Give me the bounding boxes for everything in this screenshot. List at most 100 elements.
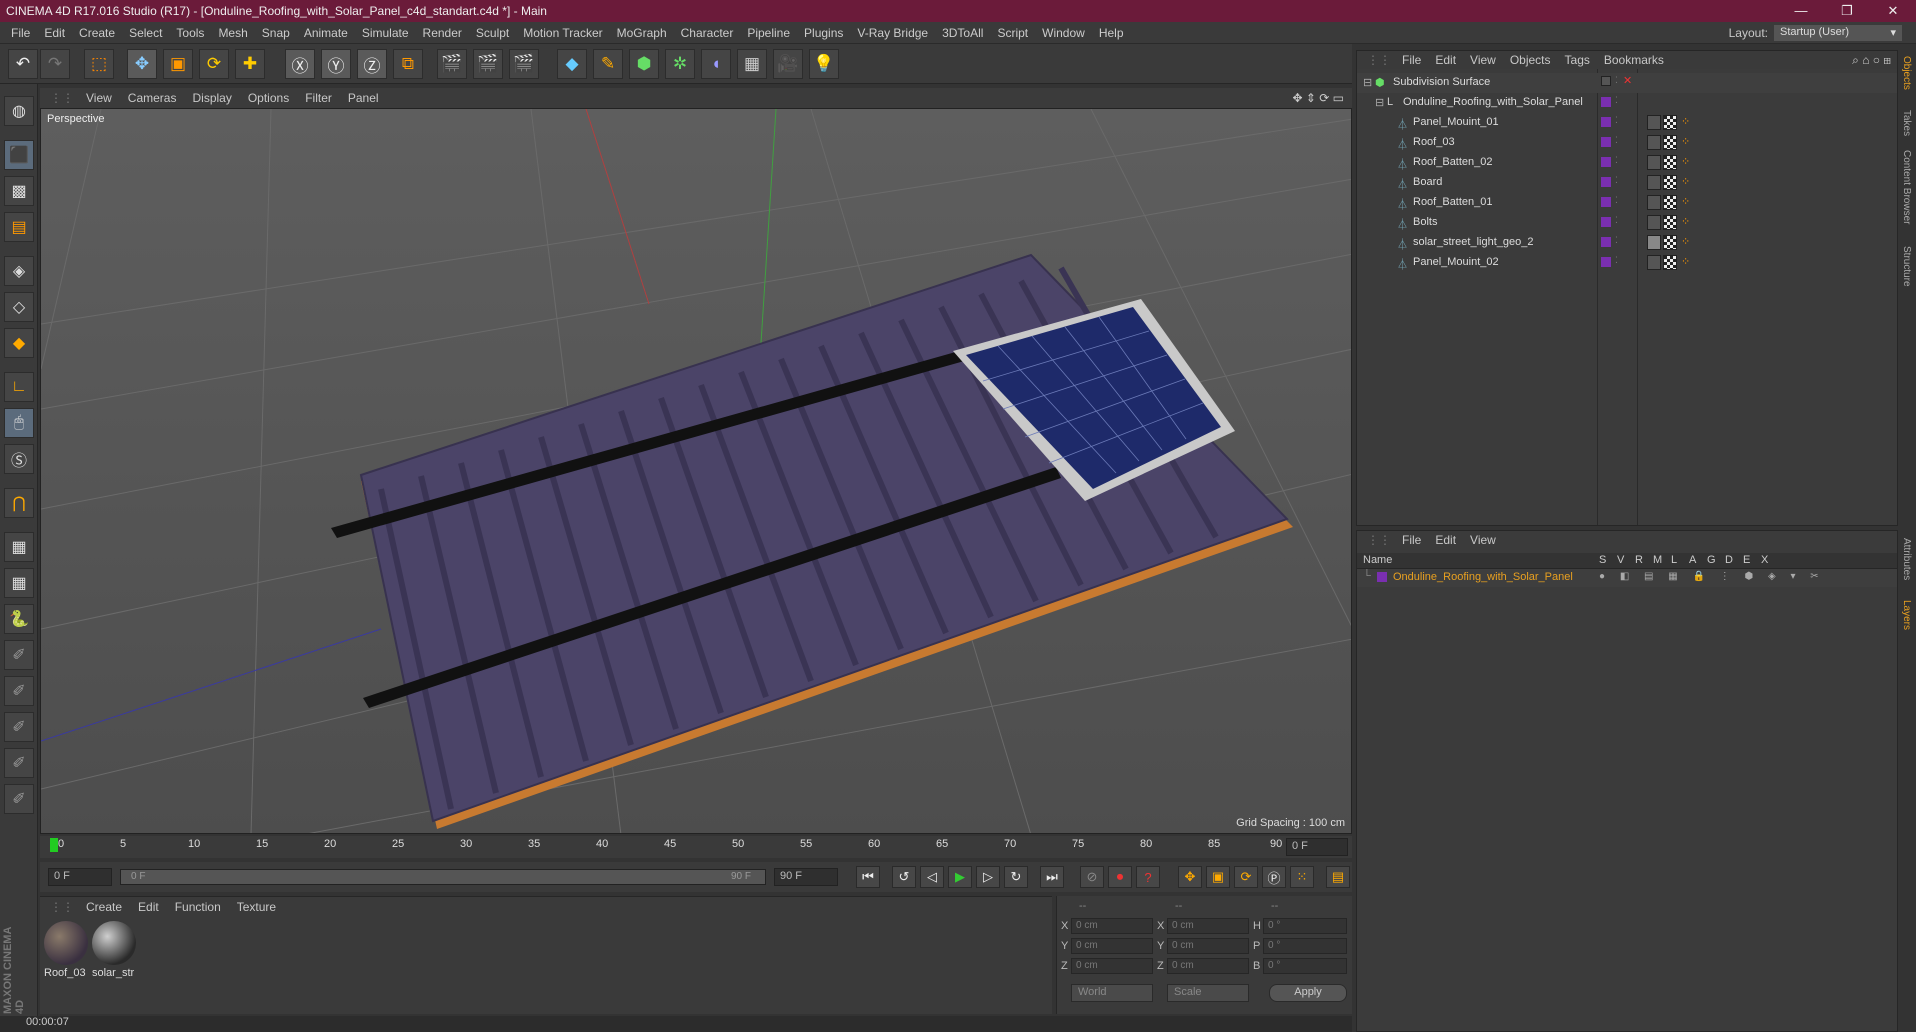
column-expressions[interactable]: E (1743, 554, 1750, 566)
position-key-button[interactable]: ✥ (1178, 866, 1202, 888)
parameter-key-button[interactable]: Ⓟ (1262, 866, 1286, 888)
menu-script[interactable]: Script (990, 26, 1035, 40)
scale-tool-button[interactable]: ▣ (163, 49, 193, 79)
grid-snap-button[interactable]: ▦ (4, 568, 34, 598)
move-tool-button[interactable]: ✥ (127, 49, 157, 79)
edges-mode-button[interactable]: ◇ (4, 292, 34, 322)
visibility-dots[interactable]: ⁚ (1615, 235, 1618, 246)
maximize-button[interactable]: ❐ (1824, 3, 1870, 19)
object-row[interactable]: ⏃ Panel_Mouint_01 ⁚ ⁘ (1357, 113, 1897, 133)
menu-vray-bridge[interactable]: V-Ray Bridge (850, 26, 935, 40)
texture-tag-icon[interactable] (1647, 235, 1661, 250)
visibility-dots[interactable]: ⁚ (1615, 115, 1618, 126)
object-menu-edit[interactable]: Edit (1428, 53, 1463, 67)
layer-menu-file[interactable]: File (1395, 533, 1428, 547)
last-tool-button[interactable]: ✚ (235, 49, 265, 79)
viewport-menu-options[interactable]: Options (240, 91, 297, 105)
material-swatch-solar[interactable] (92, 921, 136, 965)
coordinate-system-button[interactable]: ⧉ (393, 49, 423, 79)
menu-pipeline[interactable]: Pipeline (740, 26, 797, 40)
rotation-key-button[interactable]: ⟳ (1234, 866, 1258, 888)
polygons-mode-button[interactable]: ◆ (4, 328, 34, 358)
material-menu-texture[interactable]: Texture (229, 900, 284, 914)
object-menu-bookmarks[interactable]: Bookmarks (1597, 53, 1671, 67)
menu-window[interactable]: Window (1035, 26, 1092, 40)
visibility-dots[interactable]: ⁚ (1615, 255, 1618, 266)
render-settings-button[interactable]: 🎬 (509, 49, 539, 79)
viewport-menu-view[interactable]: View (78, 91, 120, 105)
phong-tag-icon[interactable]: ⁘ (1681, 135, 1690, 148)
column-locked[interactable]: L (1671, 554, 1677, 566)
render-view-button[interactable]: 🎬 (437, 49, 467, 79)
checker-tag-icon[interactable] (1663, 175, 1677, 190)
phong-tag-icon[interactable]: ⁘ (1681, 195, 1690, 208)
point-level-key-button[interactable]: ⁙ (1290, 866, 1314, 888)
position-z-field[interactable]: 0 cm (1071, 958, 1153, 974)
menu-motion-tracker[interactable]: Motion Tracker (516, 26, 609, 40)
size-z-field[interactable]: 0 cm (1167, 958, 1249, 974)
redo-button[interactable]: ↷ (40, 49, 70, 79)
go-to-end-button[interactable]: ⏭ (1040, 866, 1064, 888)
position-y-field[interactable]: 0 cm (1071, 938, 1153, 954)
visibility-dots[interactable]: ⁚ (1615, 75, 1618, 86)
go-to-start-button[interactable]: ⏮ (856, 866, 880, 888)
rotation-p-field[interactable]: 0 ° (1263, 938, 1347, 954)
object-row[interactable]: ⏃ solar_street_light_geo_2 ⁚ ⁘ (1357, 233, 1897, 253)
grid-lock-button[interactable]: ▦ (4, 532, 34, 562)
side-tab-objects[interactable]: Objects (1901, 56, 1912, 90)
checker-tag-icon[interactable] (1663, 115, 1677, 130)
layer-row[interactable]: └ Onduline_Roofing_with_Solar_Panel ● ◧ … (1357, 569, 1897, 587)
phong-tag-icon[interactable]: ⁘ (1681, 175, 1690, 188)
points-mode-button[interactable]: ◈ (4, 256, 34, 286)
size-x-field[interactable]: 0 cm (1167, 918, 1249, 934)
menu-edit[interactable]: Edit (37, 26, 72, 40)
deformer-button[interactable]: ◖ (701, 49, 731, 79)
axis-mode-button[interactable]: ∟ (4, 372, 34, 402)
menu-render[interactable]: Render (416, 26, 469, 40)
next-key-button[interactable]: ↻ (1004, 866, 1028, 888)
menu-character[interactable]: Character (674, 26, 741, 40)
light-button[interactable]: 💡 (809, 49, 839, 79)
viewport-menu-panel[interactable]: Panel (340, 91, 387, 105)
menu-mesh[interactable]: Mesh (211, 26, 254, 40)
menu-file[interactable]: File (4, 26, 37, 40)
position-x-field[interactable]: 0 cm (1071, 918, 1153, 934)
floor-button[interactable]: ▦ (737, 49, 767, 79)
object-row[interactable]: ⏃ Panel_Mouint_02 ⁚ ⁘ (1357, 253, 1897, 273)
play-button[interactable]: ▶ (948, 866, 972, 888)
menu-snap[interactable]: Snap (255, 26, 297, 40)
checker-tag-icon[interactable] (1663, 135, 1677, 150)
checker-tag-icon[interactable] (1663, 195, 1677, 210)
viewport-menu-filter[interactable]: Filter (297, 91, 340, 105)
render-picture-viewer-button[interactable]: 🎬 (473, 49, 503, 79)
sculpt-brush-5-button[interactable]: ✐ (4, 784, 34, 814)
phong-tag-icon[interactable]: ⁘ (1681, 255, 1690, 268)
side-tab-attributes[interactable]: Attributes (1901, 538, 1912, 580)
viewport-menu-cameras[interactable]: Cameras (120, 91, 185, 105)
column-name[interactable]: Name (1363, 554, 1392, 566)
object-menu-objects[interactable]: Objects (1503, 53, 1558, 67)
sculpt-brush-2-button[interactable]: ✐ (4, 676, 34, 706)
range-slider[interactable]: 0 F 90 F (120, 869, 766, 885)
menu-simulate[interactable]: Simulate (355, 26, 416, 40)
camera-button[interactable]: 🎥 (773, 49, 803, 79)
layout-dropdown[interactable]: Startup (User) ▾ (1774, 24, 1902, 41)
menu-animate[interactable]: Animate (297, 26, 355, 40)
column-deformers[interactable]: D (1725, 554, 1733, 566)
checker-tag-icon[interactable] (1663, 255, 1677, 270)
object-row[interactable]: ⏃ Bolts ⁚ ⁘ (1357, 213, 1897, 233)
texture-tag-icon[interactable] (1647, 155, 1661, 170)
workplane-button[interactable]: ▤ (4, 212, 34, 242)
texture-tag-icon[interactable] (1647, 215, 1661, 230)
layer-flag-icons[interactable]: ● ◧ ▤ ▦ 🔒 ⋮ ⬢ ◈ ▾ ✂ (1599, 571, 1825, 582)
object-row[interactable]: ⏃ Roof_Batten_01 ⁚ ⁘ (1357, 193, 1897, 213)
timeline-ruler[interactable]: 0 5 10 15 20 25 30 35 40 45 50 55 60 65 … (40, 836, 1352, 858)
z-axis-lock-button[interactable]: Ⓩ (357, 49, 387, 79)
tweak-mode-button[interactable]: 🖱 (4, 408, 34, 438)
texture-tag-icon[interactable] (1647, 195, 1661, 210)
world-dropdown[interactable]: World (1071, 984, 1153, 1002)
texture-tag-icon[interactable] (1647, 115, 1661, 130)
previous-frame-button[interactable]: ◁ (920, 866, 944, 888)
menu-mograph[interactable]: MoGraph (610, 26, 674, 40)
column-render[interactable]: R (1635, 554, 1643, 566)
